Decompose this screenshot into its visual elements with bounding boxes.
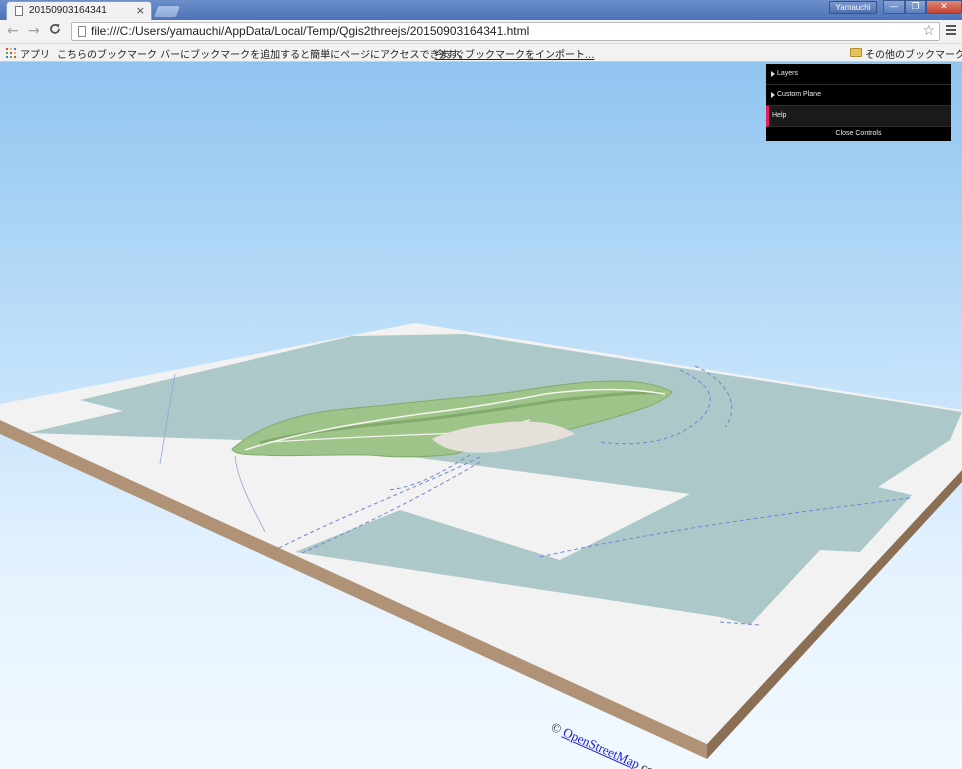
other-bookmarks-link[interactable]: その他のブックマーク (865, 46, 962, 61)
forward-arrow-icon[interactable]: → (28, 23, 40, 39)
apps-grid-icon[interactable] (6, 48, 16, 58)
page-icon (78, 26, 86, 37)
reload-glyph (50, 24, 60, 34)
document-icon (15, 6, 23, 16)
apps-dot (10, 52, 12, 54)
folder-icon (850, 48, 862, 57)
browser-toolbar: ← → file:///C:/Users/yamauchi/AppData/Lo… (0, 20, 962, 44)
tab-close-icon[interactable]: × (136, 4, 145, 17)
tab-title: 20150903164341 (29, 5, 107, 16)
apps-dot (14, 52, 16, 54)
controls-item-label: Help (772, 112, 787, 119)
controls-item-label: Layers (777, 70, 799, 77)
address-bar[interactable]: file:///C:/Users/yamauchi/AppData/Local/… (71, 22, 940, 41)
apps-dot (6, 56, 8, 58)
apps-dot (10, 56, 12, 58)
chrome-menu-icon[interactable] (946, 25, 956, 35)
caret-right-icon (771, 71, 775, 77)
bookmark-star-icon[interactable]: ☆ (922, 23, 935, 39)
active-tab[interactable]: 20150903164341 × (6, 1, 152, 20)
maximize-button[interactable]: ❐ (905, 0, 926, 14)
controls-layers-folder[interactable]: Layers (766, 64, 951, 85)
bookmarks-hint-text: こちらのブックマーク バーにブックマークを追加すると簡単にページにアクセスできま… (57, 50, 469, 61)
browser-window: 20150903164341 × Yamauchi — ❐ ✕ ← → file… (0, 0, 962, 769)
minimize-button[interactable]: — (883, 0, 905, 14)
controls-custom-plane-folder[interactable]: Custom Plane (766, 85, 951, 106)
new-tab-button[interactable] (152, 5, 182, 18)
controls-panel: Layers Custom Plane Help Close Controls (766, 64, 951, 141)
controls-item-label: Custom Plane (777, 91, 821, 98)
threejs-viewport[interactable]: Layers Custom Plane Help Close Controls … (0, 62, 962, 769)
close-window-button[interactable]: ✕ (926, 0, 962, 14)
import-bookmarks-link[interactable]: 今すぐブックマークをインポート... (435, 46, 595, 61)
controls-help-item[interactable]: Help (766, 106, 951, 127)
title-bar: 20150903164341 × Yamauchi — ❐ ✕ (0, 0, 962, 20)
url-text[interactable]: file:///C:/Users/yamauchi/AppData/Local/… (91, 24, 529, 38)
terrain-scene[interactable] (0, 62, 962, 769)
bookmarks-bar: アプリ こちらのブックマーク バーにブックマークを追加すると簡単にページにアクセ… (0, 44, 962, 62)
profile-button[interactable]: Yamauchi (829, 1, 877, 14)
apps-dot (10, 48, 12, 50)
apps-dot (14, 56, 16, 58)
reload-icon[interactable] (49, 23, 61, 39)
apps-dot (14, 48, 16, 50)
apps-dot (6, 52, 8, 54)
close-controls-button[interactable]: Close Controls (766, 127, 951, 141)
apps-dot (6, 48, 8, 50)
apps-link[interactable]: アプリ (20, 46, 50, 61)
back-arrow-icon[interactable]: ← (7, 23, 19, 39)
caret-right-icon (771, 92, 775, 98)
